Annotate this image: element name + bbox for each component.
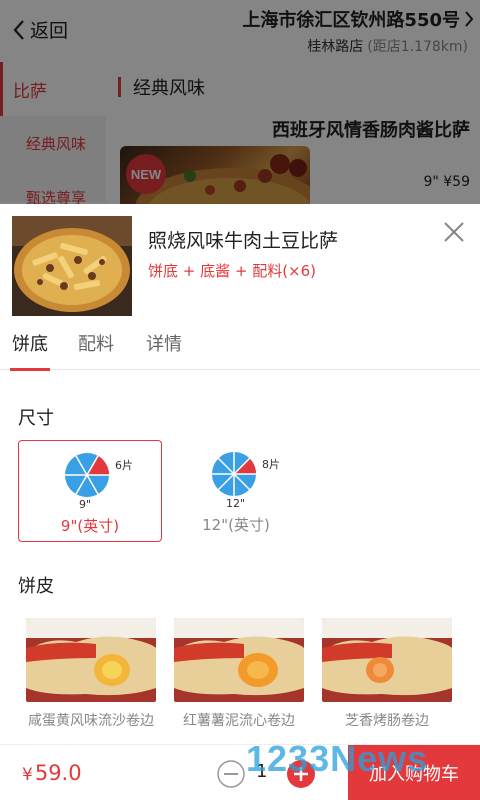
size-label: 9"(英寸) bbox=[60, 517, 120, 535]
crust-name: 咸蛋黄风味流沙卷边 bbox=[28, 713, 154, 729]
slice-count: 6片 bbox=[115, 459, 133, 472]
product-sheet: 照烧风味牛肉土豆比萨 饼底 + 底酱 + 配料(×6) 饼底 配料 详情 尺寸 … bbox=[0, 204, 480, 800]
product-image bbox=[12, 216, 132, 316]
crust-option[interactable]: 咸蛋黄风味流沙卷边 bbox=[26, 618, 156, 730]
modal-overlay[interactable] bbox=[0, 0, 480, 204]
watermark: 1233News bbox=[246, 738, 429, 779]
tab-details[interactable]: 详情 bbox=[146, 330, 182, 370]
product-name: 照烧风味牛肉土豆比萨 bbox=[148, 230, 339, 252]
size-option-12[interactable]: 8片 12" 12"(英寸) bbox=[164, 440, 308, 542]
minus-icon bbox=[217, 760, 245, 788]
currency-symbol: ¥ bbox=[22, 765, 33, 785]
option-tabs: 饼底 配料 详情 bbox=[0, 330, 480, 371]
tab-toppings[interactable]: 配料 bbox=[78, 330, 114, 370]
decrease-quantity-button[interactable] bbox=[216, 759, 246, 789]
crust-option[interactable]: 红薯薯泥流心卷边 bbox=[174, 618, 304, 730]
crust-image bbox=[174, 618, 304, 702]
crust-image bbox=[322, 618, 452, 702]
crust-name: 芝香烤肠卷边 bbox=[345, 713, 429, 729]
pizza-diameter: 9" bbox=[79, 498, 92, 511]
total-price: ¥59.0 bbox=[22, 761, 82, 785]
slice-count: 8片 bbox=[262, 458, 280, 471]
pizza-diameter: 12" bbox=[226, 497, 246, 510]
size-option-9[interactable]: 6片 9" 9"(英寸) bbox=[18, 440, 162, 542]
close-button[interactable] bbox=[442, 220, 466, 244]
pizza-image bbox=[12, 216, 132, 316]
tab-crust[interactable]: 饼底 bbox=[10, 330, 50, 371]
crust-section-title: 饼皮 bbox=[18, 576, 54, 597]
close-icon bbox=[444, 222, 464, 242]
size-label: 12"(英寸) bbox=[202, 516, 270, 534]
product-config-summary: 饼底 + 底酱 + 配料(×6) bbox=[148, 262, 317, 280]
size-section-title: 尺寸 bbox=[18, 408, 54, 429]
crust-option[interactable]: 芝香烤肠卷边 bbox=[322, 618, 452, 730]
crust-image bbox=[26, 618, 156, 702]
total-amount: 59.0 bbox=[34, 761, 82, 785]
crust-name: 红薯薯泥流心卷边 bbox=[183, 713, 295, 729]
